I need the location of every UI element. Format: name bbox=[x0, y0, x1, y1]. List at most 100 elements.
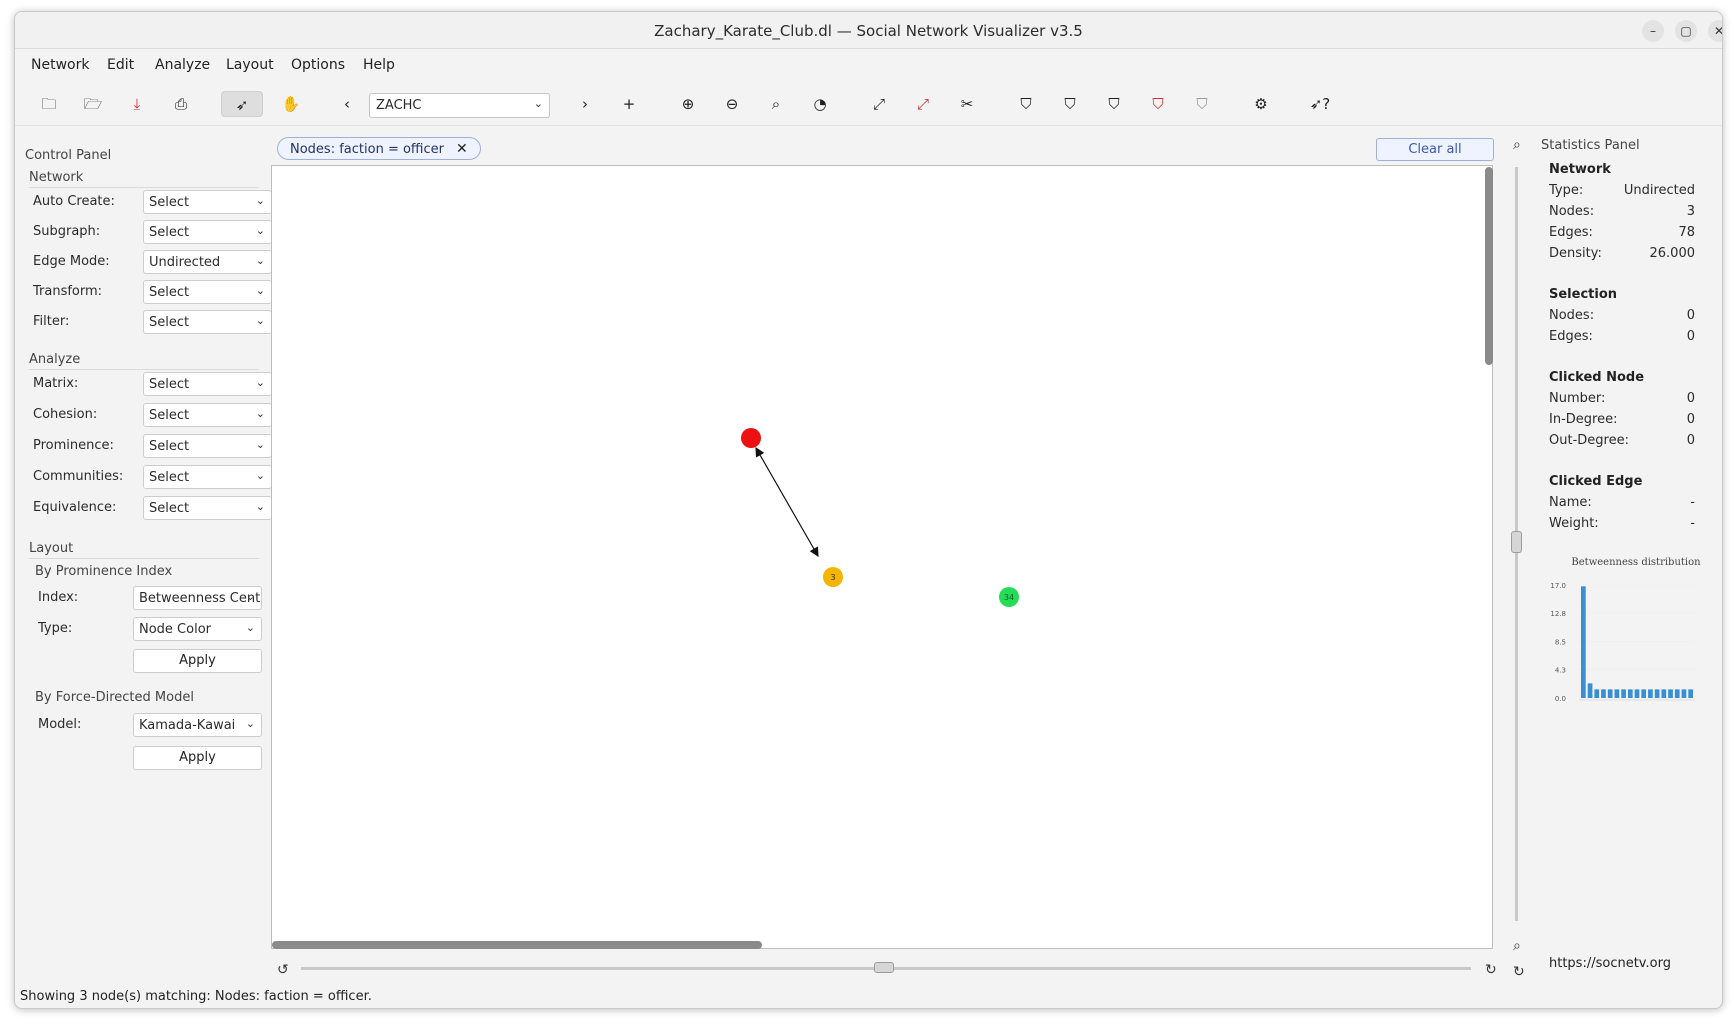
menu-network[interactable]: Network bbox=[31, 57, 89, 73]
chevron-down-icon: ⌄ bbox=[255, 469, 265, 482]
chart-bar bbox=[1621, 689, 1626, 698]
rotate-left-icon[interactable]: ↺ bbox=[277, 962, 289, 978]
clear-all-button[interactable]: Clear all bbox=[1376, 138, 1494, 161]
menu-help[interactable]: Help bbox=[363, 57, 395, 73]
window-title: Zachary_Karate_Club.dl — Social Network … bbox=[654, 22, 1083, 40]
settings-gear-icon[interactable]: ⚙ bbox=[1247, 91, 1275, 117]
chart-y-tick-label: 17.0 bbox=[1550, 582, 1566, 590]
communities-select[interactable]: Select ⌄ bbox=[143, 465, 272, 489]
chevron-down-icon: ⌄ bbox=[255, 500, 265, 513]
equivalence-value: Select bbox=[149, 501, 190, 516]
graph-edge[interactable] bbox=[755, 446, 819, 558]
matrix-select[interactable]: Select ⌄ bbox=[143, 372, 272, 396]
new-network-icon[interactable]: 🗀 bbox=[35, 91, 63, 117]
force-directed-heading: By Force-Directed Model bbox=[35, 690, 194, 705]
control-panel: Control Panel Network Auto Create: Selec… bbox=[25, 134, 272, 989]
add-edge-icon[interactable]: ⤢ bbox=[865, 91, 893, 117]
graph-canvas[interactable]: 3 34 bbox=[271, 165, 1493, 949]
relation-combobox[interactable]: ZACHC ⌄ bbox=[369, 93, 550, 118]
filter-edges-icon[interactable]: ⛉ bbox=[1056, 91, 1084, 117]
type-label: Type: bbox=[38, 621, 73, 636]
chart-bar bbox=[1674, 689, 1680, 698]
transform-value: Select bbox=[149, 285, 190, 300]
filter-select[interactable]: Select ⌄ bbox=[143, 310, 272, 334]
edge-mode-value: Undirected bbox=[149, 255, 221, 270]
type-value: Node Color bbox=[139, 622, 212, 637]
zoom-out-icon[interactable]: ⊖ bbox=[718, 91, 746, 117]
subgraph-value: Select bbox=[149, 225, 190, 240]
model-select[interactable]: Kamada-Kawai ⌄ bbox=[133, 713, 262, 737]
stat-nodes-value: 3 bbox=[1686, 204, 1695, 219]
open-folder-icon[interactable]: 🗁 bbox=[79, 91, 107, 117]
edge-mode-select[interactable]: Undirected ⌄ bbox=[143, 250, 272, 274]
add-relation-icon[interactable]: + bbox=[615, 91, 643, 117]
index-select[interactable]: Betweenness Cent ⌄ bbox=[133, 586, 262, 610]
title-bar: Zachary_Karate_Club.dl — Social Network … bbox=[15, 12, 1722, 49]
stats-network-heading: Network bbox=[1549, 162, 1611, 177]
zoom-in-icon[interactable]: ⌕ bbox=[1513, 137, 1521, 153]
menu-layout[interactable]: Layout bbox=[226, 57, 274, 73]
rotation-slider-handle[interactable] bbox=[874, 962, 894, 973]
filter-attributes-icon[interactable]: ⛉ bbox=[1100, 91, 1128, 117]
chart-bar bbox=[1648, 689, 1653, 698]
vertical-scrollbar[interactable] bbox=[1485, 167, 1493, 365]
filter-clear-icon[interactable]: ⛉ bbox=[1144, 91, 1172, 117]
menu-options[interactable]: Options bbox=[291, 57, 345, 73]
print-icon[interactable]: ⎙ bbox=[167, 91, 195, 117]
previous-relation-icon[interactable]: ‹ bbox=[333, 91, 361, 117]
socnetv-link[interactable]: https://socnetv.org bbox=[1549, 956, 1671, 971]
save-download-icon[interactable]: ⤓ bbox=[123, 91, 151, 117]
minimize-button[interactable]: – bbox=[1642, 20, 1664, 42]
type-select[interactable]: Node Color ⌄ bbox=[133, 617, 262, 641]
graph-svg: 3 34 bbox=[741, 428, 1019, 607]
relation-combobox-value: ZACHC bbox=[376, 98, 422, 113]
find-node-icon[interactable]: ⌕ bbox=[762, 91, 790, 117]
next-relation-icon[interactable]: › bbox=[571, 91, 599, 117]
menu-edit[interactable]: Edit bbox=[107, 57, 134, 73]
maximize-button[interactable]: ▢ bbox=[1675, 20, 1697, 42]
filter-nodes-icon[interactable]: ⛉ bbox=[1012, 91, 1040, 117]
apply-force-button[interactable]: Apply bbox=[133, 746, 262, 770]
pan-hand-icon[interactable]: ✋ bbox=[277, 91, 305, 117]
zoom-out-icon[interactable]: ⌕ bbox=[1513, 938, 1521, 954]
analyze-section-heading: Analyze bbox=[29, 352, 259, 370]
apply-prominence-button[interactable]: Apply bbox=[133, 649, 262, 673]
select-pointer-icon[interactable]: ➶ bbox=[221, 91, 263, 117]
reset-view-icon[interactable]: ↻ bbox=[1513, 964, 1525, 980]
rotate-right-icon[interactable]: ↻ bbox=[1485, 962, 1497, 978]
prominence-select[interactable]: Select ⌄ bbox=[143, 434, 272, 458]
filter-chip[interactable]: Nodes: faction = officer ✕ bbox=[277, 137, 481, 160]
sel-nodes-label: Nodes: bbox=[1549, 308, 1595, 323]
subgraph-select[interactable]: Select ⌄ bbox=[143, 220, 272, 244]
filter-disabled-icon[interactable]: ⛉ bbox=[1188, 91, 1216, 117]
stat-edges-value: 78 bbox=[1678, 225, 1695, 240]
graph-node-label: 3 bbox=[830, 573, 835, 582]
remove-edge-icon[interactable]: ⤢ bbox=[909, 91, 937, 117]
edge-name-label: Name: bbox=[1549, 495, 1592, 510]
chart-title: Betweenness distribution bbox=[1571, 557, 1701, 568]
transform-select[interactable]: Select ⌄ bbox=[143, 280, 272, 304]
layout-section-heading: Layout bbox=[29, 541, 259, 559]
subgraph-label: Subgraph: bbox=[33, 224, 101, 239]
chart-y-tick-label: 8.5 bbox=[1555, 639, 1566, 647]
whats-this-help-icon[interactable]: ➶? bbox=[1306, 91, 1334, 117]
cohesion-select[interactable]: Select ⌄ bbox=[143, 403, 272, 427]
zoom-slider-handle[interactable] bbox=[1511, 531, 1522, 553]
rotate-view-icon[interactable]: ◔ bbox=[806, 91, 834, 117]
equivalence-label: Equivalence: bbox=[33, 500, 117, 515]
chevron-down-icon: ⌄ bbox=[255, 224, 265, 237]
node-outdegree-label: Out-Degree: bbox=[1549, 433, 1629, 448]
zoom-in-icon[interactable]: ⊕ bbox=[674, 91, 702, 117]
menu-bar: Network Edit Analyze Layout Options Help bbox=[15, 50, 1722, 80]
auto-create-select[interactable]: Select ⌄ bbox=[143, 190, 272, 214]
edge-weight-label: Weight: bbox=[1549, 516, 1599, 531]
close-icon[interactable]: ✕ bbox=[456, 141, 468, 157]
filter-chip-label: Nodes: faction = officer bbox=[290, 142, 444, 157]
horizontal-scrollbar[interactable] bbox=[272, 941, 762, 949]
menu-analyze[interactable]: Analyze bbox=[155, 57, 210, 73]
equivalence-select[interactable]: Select ⌄ bbox=[143, 496, 272, 520]
stats-selection-heading: Selection bbox=[1549, 287, 1618, 302]
graph-node[interactable] bbox=[741, 428, 761, 448]
tools-icon[interactable]: ✂ bbox=[953, 91, 981, 117]
close-button[interactable]: ✕ bbox=[1708, 20, 1722, 42]
